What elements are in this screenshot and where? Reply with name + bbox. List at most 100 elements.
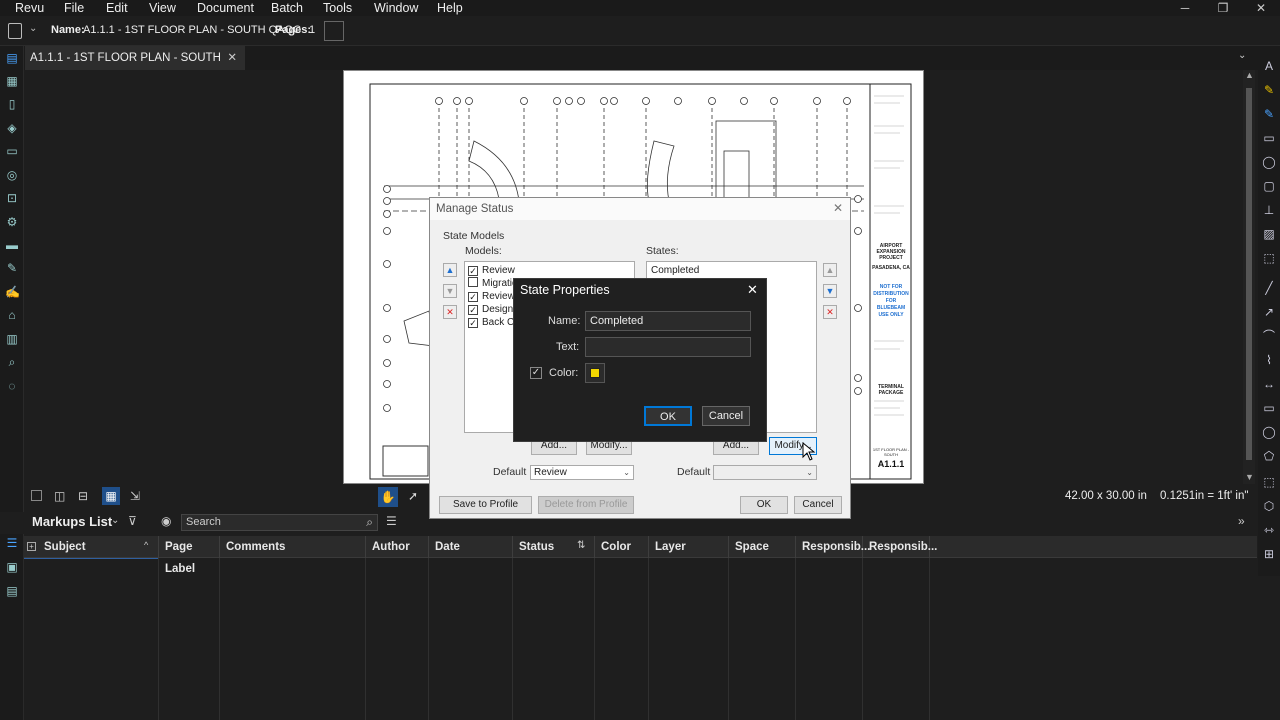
state-properties-close-icon[interactable]: ✕: [747, 282, 758, 298]
arc-icon[interactable]: ⌒: [1262, 329, 1276, 343]
column-space[interactable]: Space: [729, 536, 796, 558]
menu-document[interactable]: Document: [197, 0, 254, 16]
scroll-thumb[interactable]: [1246, 88, 1252, 460]
menu-help[interactable]: Help: [437, 0, 463, 16]
snapshot-icon[interactable]: ⬚: [1262, 251, 1276, 265]
ok-button[interactable]: OK: [740, 496, 788, 514]
default-state-select[interactable]: ⌄: [713, 465, 817, 480]
model-move-up-icon[interactable]: ▲: [443, 263, 457, 277]
list-item[interactable]: ✓ Review: [468, 290, 515, 303]
list-item[interactable]: Completed: [651, 264, 699, 277]
column-author[interactable]: Author: [366, 536, 429, 558]
delete-from-profile-button[interactable]: Delete from Profile: [538, 496, 634, 514]
markups-search-input[interactable]: Search ⌕: [181, 514, 378, 531]
markups-report-icon[interactable]: ▤: [5, 584, 19, 598]
measure-perimeter-icon[interactable]: ⬡: [1262, 499, 1276, 513]
bookmarks-icon[interactable]: ▯: [5, 97, 19, 111]
tab-list-chevron-icon[interactable]: ⌄: [1238, 50, 1246, 61]
list-item[interactable]: ✓ Designe: [468, 303, 519, 316]
rectangle-icon[interactable]: ▭: [1262, 401, 1276, 415]
state-move-down-icon[interactable]: ▼: [823, 284, 837, 298]
menu-revu[interactable]: Revu: [15, 0, 44, 16]
menu-tools[interactable]: Tools: [323, 0, 352, 16]
visibility-icon[interactable]: ◉: [161, 514, 171, 528]
menu-window[interactable]: Window: [374, 0, 418, 16]
split-horizontal-icon[interactable]: ⊟: [78, 489, 88, 503]
sync-icon[interactable]: ⇲: [130, 489, 140, 503]
status-filter-icon[interactable]: ⇅: [577, 540, 585, 551]
color-checkbox[interactable]: ✓: [530, 367, 542, 379]
menu-edit[interactable]: Edit: [106, 0, 128, 16]
dimension-icon[interactable]: ↔: [1262, 377, 1276, 391]
markups-title-chevron-icon[interactable]: ⌄: [111, 515, 119, 526]
search-icon[interactable]: ⌕: [366, 515, 373, 530]
toolchest-icon[interactable]: ▭: [5, 144, 19, 158]
properties-icon[interactable]: ◎: [5, 168, 19, 182]
state-ok-button[interactable]: OK: [644, 406, 692, 426]
signature-icon[interactable]: ✍: [5, 285, 20, 299]
markups-icon[interactable]: ⊡: [5, 191, 19, 205]
close-window-icon[interactable]: ✕: [1242, 0, 1280, 16]
column-responsible-2[interactable]: Responsib...: [863, 536, 937, 558]
line-icon[interactable]: ╱: [1262, 281, 1276, 295]
filter-icon[interactable]: ⊽: [128, 514, 137, 528]
column-page-label[interactable]: Page Label: [159, 536, 220, 575]
cloud-icon[interactable]: ◯: [1262, 155, 1276, 169]
column-color[interactable]: Color: [595, 536, 649, 558]
expand-all-icon[interactable]: +: [27, 542, 36, 551]
column-date[interactable]: Date: [429, 536, 513, 558]
split-vertical-icon[interactable]: ◫: [54, 489, 65, 503]
select-cursor-icon[interactable]: ➚: [408, 489, 418, 503]
close-tab-icon[interactable]: ✕: [227, 46, 237, 70]
pan-hand-icon[interactable]: ✋: [378, 487, 398, 507]
layers-grid-icon[interactable]: ▦: [5, 74, 19, 88]
list-item[interactable]: Migratio: [468, 277, 518, 290]
note-icon[interactable]: ▢: [1262, 179, 1276, 193]
text-tool-icon[interactable]: A: [1262, 59, 1276, 73]
highlight-icon[interactable]: ✎: [1262, 83, 1276, 97]
menu-file[interactable]: File: [64, 0, 84, 16]
document-icon[interactable]: [8, 23, 22, 39]
count-icon[interactable]: ⊞: [1262, 547, 1276, 561]
save-to-profile-button[interactable]: Save to Profile: [439, 496, 532, 514]
state-cancel-button[interactable]: Cancel: [702, 406, 750, 426]
state-delete-icon[interactable]: ✕: [823, 305, 837, 319]
model-checkbox[interactable]: ✓: [468, 292, 478, 302]
menu-view[interactable]: View: [149, 0, 176, 16]
scroll-up-icon[interactable]: ▲: [1245, 70, 1254, 80]
layers-icon[interactable]: ◈: [5, 121, 19, 135]
color-picker[interactable]: [585, 363, 605, 383]
document-tab[interactable]: A1.1.1 - 1ST FLOOR PLAN - SOUTH QAQC* ✕: [25, 46, 245, 88]
vertical-scrollbar[interactable]: ▲ ▼: [1243, 70, 1255, 484]
model-checkbox[interactable]: ✓: [468, 266, 478, 276]
image-icon[interactable]: ▨: [1262, 227, 1276, 241]
polygon-icon[interactable]: ⬠: [1262, 449, 1276, 463]
state-move-up-icon[interactable]: ▲: [823, 263, 837, 277]
minimize-icon[interactable]: ─: [1166, 0, 1204, 16]
model-move-down-icon[interactable]: ▼: [443, 284, 457, 298]
default-model-select[interactable]: Review ⌄: [530, 465, 634, 480]
column-subject[interactable]: Subject: [38, 536, 159, 558]
list-item[interactable]: ✓ Review: [468, 264, 515, 277]
studio-icon[interactable]: ◌: [5, 379, 19, 393]
ellipse-icon[interactable]: ◯: [1262, 425, 1276, 439]
model-checkbox[interactable]: ✓: [468, 305, 478, 315]
search-panel-icon[interactable]: ⌕: [5, 355, 19, 369]
column-responsible-1[interactable]: Responsib...: [796, 536, 870, 558]
measure-length-icon[interactable]: ⇿: [1262, 523, 1276, 537]
settings-icon[interactable]: ⚙: [5, 215, 19, 229]
tag-icon[interactable]: ⌂: [5, 308, 19, 322]
column-comments[interactable]: Comments: [220, 536, 366, 558]
forms-icon[interactable]: ✎: [5, 261, 19, 275]
text-field[interactable]: [585, 337, 751, 357]
page-setup-icon[interactable]: [324, 21, 344, 41]
model-checkbox[interactable]: ✓: [468, 318, 478, 328]
markups-list-title[interactable]: Markups List: [32, 514, 112, 529]
stamp-icon[interactable]: ⊥: [1262, 203, 1276, 217]
model-checkbox[interactable]: [468, 277, 478, 287]
files-icon[interactable]: ▥: [5, 332, 19, 346]
single-page-icon[interactable]: [31, 490, 42, 501]
polyline-icon[interactable]: ⌇: [1262, 353, 1276, 367]
callout-icon[interactable]: ▭: [1262, 131, 1276, 145]
pen-icon[interactable]: ✎: [1262, 107, 1276, 121]
